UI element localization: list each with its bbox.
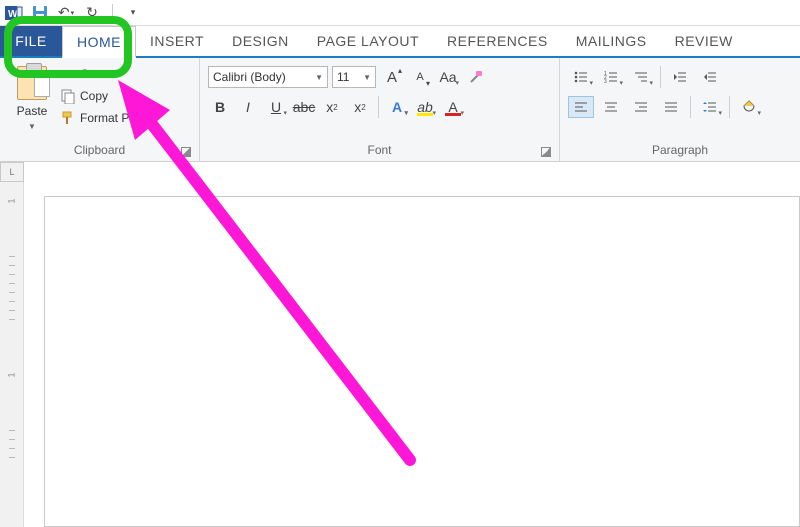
tab-references[interactable]: REFERENCES <box>433 26 562 56</box>
group-font: Calibri (Body) ▼ 11 ▼ A▴ A▾ Aa▾ B I U▾ a… <box>200 58 560 161</box>
font-size-value: 11 <box>337 70 349 84</box>
group-clipboard: Paste ▼ ✂ Cut Copy Form <box>0 58 200 161</box>
tab-review[interactable]: REVIEW <box>661 26 737 56</box>
separator <box>690 96 691 118</box>
align-right-button[interactable] <box>628 96 654 118</box>
qat-separator <box>112 4 113 22</box>
chevron-down-icon: ▼ <box>315 73 323 82</box>
italic-button[interactable]: I <box>236 96 260 118</box>
superscript-button[interactable]: x2 <box>348 96 372 118</box>
dialog-launcher-icon[interactable] <box>181 147 191 157</box>
subscript-button[interactable]: x2 <box>320 96 344 118</box>
document-page[interactable] <box>44 196 800 527</box>
ruler-dashes <box>9 430 15 458</box>
separator <box>660 66 661 88</box>
group-label-font: Font <box>208 141 551 159</box>
font-size-combo[interactable]: 11 ▼ <box>332 66 376 88</box>
copy-label: Copy <box>80 89 108 103</box>
align-center-button[interactable] <box>598 96 624 118</box>
tab-mailings[interactable]: MAILINGS <box>562 26 661 56</box>
format-painter-button[interactable]: Format Painter <box>60 110 159 126</box>
quick-access-toolbar: W ↶▾ ↻ ▾ <box>0 0 800 26</box>
font-family-value: Calibri (Body) <box>213 70 286 84</box>
ruler-dashes <box>9 256 15 320</box>
line-spacing-button[interactable]: ▾ <box>697 96 723 118</box>
document-area: 1 1 <box>0 182 800 527</box>
cut-label: Cut <box>80 67 99 81</box>
tab-page-layout[interactable]: PAGE LAYOUT <box>303 26 433 56</box>
decrease-font-size-button[interactable]: A▾ <box>408 66 432 88</box>
decrease-indent-button[interactable] <box>667 66 693 88</box>
highlight-button[interactable]: ab▾ <box>413 96 437 118</box>
chevron-down-icon: ▼ <box>363 73 371 82</box>
underline-button[interactable]: U▾ <box>264 96 288 118</box>
qat-customize-icon[interactable]: ▾ <box>123 3 143 23</box>
multilevel-list-button[interactable]: ▾ <box>628 66 654 88</box>
save-icon[interactable] <box>30 3 50 23</box>
clear-formatting-button[interactable] <box>464 66 488 88</box>
ribbon-tabs: FILE HOME INSERT DESIGN PAGE LAYOUT REFE… <box>0 26 800 58</box>
paste-split-button[interactable]: Paste ▼ <box>8 62 56 141</box>
increase-font-size-button[interactable]: A▴ <box>380 66 404 88</box>
tab-home[interactable]: HOME <box>62 26 136 58</box>
format-painter-label: Format Painter <box>80 111 159 125</box>
ruler-tick: 1 <box>6 198 16 203</box>
strikethrough-button[interactable]: abc <box>292 96 316 118</box>
redo-icon[interactable]: ↻ <box>82 3 102 23</box>
shading-button[interactable]: ▾ <box>736 96 762 118</box>
separator <box>729 96 730 118</box>
text-effects-button[interactable]: A▾ <box>385 96 409 118</box>
tab-stop-selector[interactable]: L <box>0 162 24 182</box>
paintbrush-icon <box>60 110 76 126</box>
ruler-tick: 1 <box>6 372 16 377</box>
tab-insert[interactable]: INSERT <box>136 26 218 56</box>
group-label-clipboard: Clipboard <box>8 141 191 159</box>
dialog-launcher-icon[interactable] <box>541 147 551 157</box>
bold-button[interactable]: B <box>208 96 232 118</box>
word-app-icon[interactable]: W <box>4 3 24 23</box>
undo-icon[interactable]: ↶▾ <box>56 3 76 23</box>
separator <box>378 96 379 118</box>
ruler-row: L <box>0 162 800 182</box>
group-label-paragraph: Paragraph <box>568 141 792 159</box>
copy-button[interactable]: Copy <box>60 88 159 104</box>
clipboard-icon <box>17 66 47 100</box>
svg-text:3: 3 <box>604 79 607 85</box>
increase-indent-button[interactable] <box>697 66 723 88</box>
font-color-button[interactable]: A▾ <box>441 96 465 118</box>
chevron-down-icon: ▼ <box>28 122 36 131</box>
change-case-button[interactable]: Aa▾ <box>436 66 460 88</box>
copy-icon <box>60 88 76 104</box>
numbering-button[interactable]: 123▾ <box>598 66 624 88</box>
ribbon: Paste ▼ ✂ Cut Copy Form <box>0 58 800 162</box>
paste-label: Paste <box>17 104 48 118</box>
vertical-ruler[interactable]: 1 1 <box>0 182 24 527</box>
tab-file[interactable]: FILE <box>0 26 62 56</box>
scissors-icon: ✂ <box>60 66 76 82</box>
font-family-combo[interactable]: Calibri (Body) ▼ <box>208 66 328 88</box>
group-paragraph: ▾ 123▾ ▾ ▾ ▾ Paragraph <box>560 58 800 161</box>
bullets-button[interactable]: ▾ <box>568 66 594 88</box>
align-left-button[interactable] <box>568 96 594 118</box>
cut-button[interactable]: ✂ Cut <box>60 66 159 82</box>
justify-button[interactable] <box>658 96 684 118</box>
tab-design[interactable]: DESIGN <box>218 26 303 56</box>
